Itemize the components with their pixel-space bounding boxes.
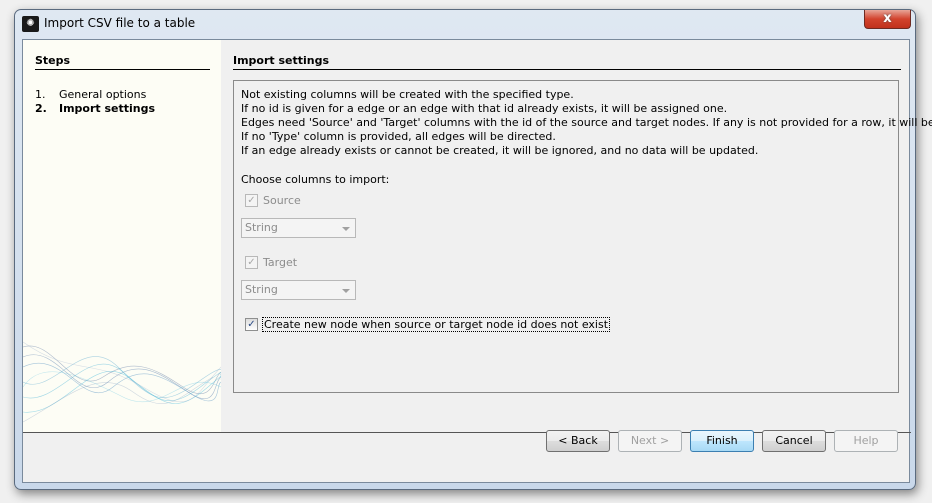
create-nodes-checkbox-row[interactable]: ✓ Create new node when source or target … [245, 317, 611, 332]
info-line: Edges need 'Source' and 'Target' columns… [241, 116, 932, 129]
target-label: Target [263, 256, 298, 269]
dropdown-arrow-icon [342, 289, 350, 293]
create-nodes-checkbox[interactable]: ✓ [245, 318, 258, 331]
next-button[interactable]: Next > [618, 430, 682, 452]
step-number: 1. [35, 88, 46, 101]
steps-panel: Steps 1. General options 2. Import setting… [23, 40, 221, 432]
info-line: If no id is given for a edge or an edge … [241, 102, 728, 115]
info-line: If no 'Type' column is provided, all edg… [241, 130, 556, 143]
cancel-button[interactable]: Cancel [762, 430, 826, 452]
close-icon: x [883, 11, 892, 26]
step-label: General options [59, 88, 147, 101]
info-line: Not existing columns will be created wit… [241, 88, 574, 101]
back-button[interactable]: < Back [546, 430, 610, 452]
choose-columns-label: Choose columns to import: [241, 173, 390, 186]
panel-title: Import settings [233, 54, 901, 70]
import-csv-dialog: ✺ Import CSV file to a table x Steps 1. G… [14, 9, 932, 490]
info-line: If an edge already exists or cannot be c… [241, 144, 759, 157]
import-settings-panel: Import settings Not existing columns wil… [233, 54, 932, 393]
dialog-body: Steps 1. General options 2. Import setting… [22, 39, 932, 483]
step-general-options: 1. General options [35, 88, 146, 101]
steps-title: Steps [35, 54, 210, 70]
close-button[interactable]: x [864, 10, 911, 29]
window-title: Import CSV file to a table [44, 16, 196, 30]
step-label: Import settings [59, 102, 156, 115]
dropdown-arrow-icon [342, 227, 350, 231]
target-type-value: String [245, 283, 278, 296]
source-label: Source [263, 194, 301, 207]
decorative-wave-graphic [23, 341, 221, 423]
source-type-value: String [245, 221, 278, 234]
create-nodes-label[interactable]: Create new node when source or target no… [261, 317, 611, 332]
help-button[interactable]: Help [834, 430, 898, 452]
step-import-settings: 2. Import settings [35, 102, 155, 115]
settings-box: Not existing columns will be created wit… [233, 80, 932, 393]
target-type-select[interactable]: String [241, 280, 356, 300]
check-icon: ✓ [247, 195, 256, 206]
step-number: 2. [35, 102, 47, 115]
gephi-app-icon: ✺ [22, 16, 39, 32]
source-checkbox[interactable]: ✓ [245, 194, 258, 207]
source-column-checkbox-row[interactable]: ✓ Source [245, 194, 301, 207]
finish-button[interactable]: Finish [690, 430, 754, 452]
check-icon: ✓ [247, 257, 256, 268]
target-checkbox[interactable]: ✓ [245, 256, 258, 269]
check-icon: ✓ [247, 319, 256, 330]
target-column-checkbox-row[interactable]: ✓ Target [245, 256, 297, 269]
title-bar[interactable]: ✺ Import CSV file to a table x [15, 10, 915, 38]
source-type-select[interactable]: String [241, 218, 356, 238]
